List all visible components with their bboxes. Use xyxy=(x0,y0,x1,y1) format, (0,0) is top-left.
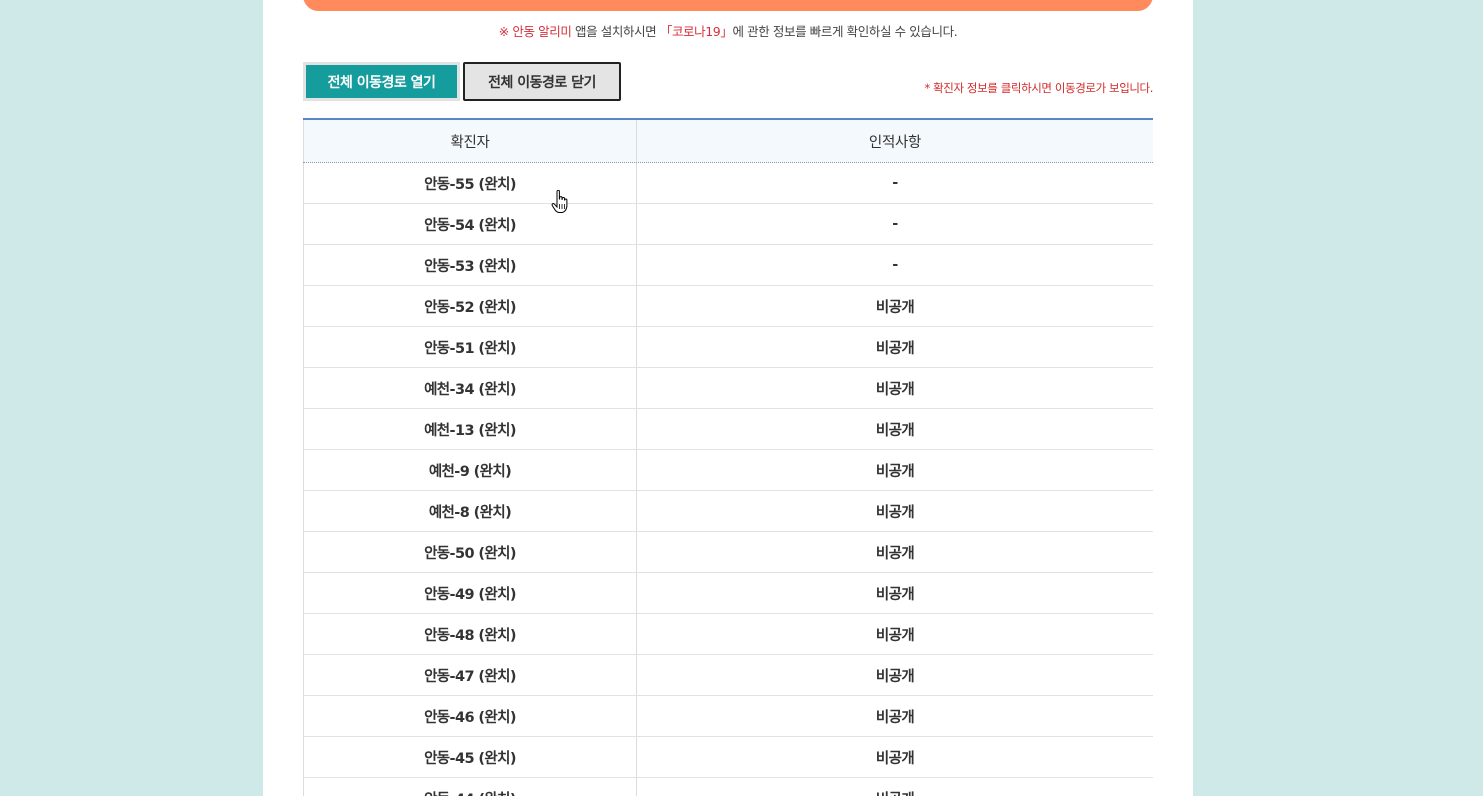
patient-id-cell[interactable]: 예천-13 (완치) xyxy=(303,409,637,449)
content-panel: ※ 안동 알리미 앱을 설치하시면 「코로나19」에 관한 정보를 빠르게 확인… xyxy=(263,0,1193,796)
table-row[interactable]: 예천-13 (완치) 비공개 xyxy=(303,409,1153,450)
app-banner-bar[interactable] xyxy=(303,0,1153,11)
table-row[interactable]: 안동-49 (완치) 비공개 xyxy=(303,573,1153,614)
personal-info-cell: - xyxy=(892,175,898,191)
header-patient: 확진자 xyxy=(303,120,637,162)
personal-info-cell: 비공개 xyxy=(875,709,915,726)
patient-id-cell[interactable]: 안동-53 (완치) xyxy=(303,245,637,285)
patient-id-cell[interactable]: 안동-55 (완치) xyxy=(303,163,637,203)
personal-info-cell: 비공개 xyxy=(875,463,915,480)
notice-suffix-text: 에 관한 정보를 빠르게 확인하실 수 있습니다. xyxy=(732,24,958,39)
click-hint-text: * 확진자 정보를 클릭하시면 이동경로가 보입니다. xyxy=(924,81,1154,95)
patient-id-cell[interactable]: 안동-51 (완치) xyxy=(303,327,637,367)
personal-info-cell: 비공개 xyxy=(637,778,1153,796)
table-header-row: 확진자 인적사항 xyxy=(303,118,1153,163)
app-notice: ※ 안동 알리미 앱을 설치하시면 「코로나19」에 관한 정보를 빠르게 확인… xyxy=(303,21,1153,40)
open-all-routes-button[interactable]: 전체 이동경로 열기 xyxy=(303,62,460,101)
personal-info-cell: 비공개 xyxy=(875,586,915,603)
patient-id-cell[interactable]: 안동-47 (완치) xyxy=(303,655,637,695)
patient-id-cell[interactable]: 안동-49 (완치) xyxy=(303,573,637,613)
patient-id-cell[interactable]: 안동-46 (완치) xyxy=(303,696,637,736)
personal-info-cell: 비공개 xyxy=(875,627,915,644)
table-row[interactable]: 안동-48 (완치) 비공개 xyxy=(303,614,1153,655)
personal-info-cell: - xyxy=(892,257,898,273)
patient-id-cell[interactable]: 안동-45 (완치) xyxy=(303,737,637,777)
personal-info-cell: 비공개 xyxy=(875,504,915,521)
table-row[interactable]: 안동-50 (완치) 비공개 xyxy=(303,532,1153,573)
patient-id-cell[interactable]: 안동-54 (완치) xyxy=(303,204,637,244)
table-row[interactable]: 안동-54 (완치) - xyxy=(303,204,1153,245)
app-name-text: ※ 안동 알리미 xyxy=(498,24,572,39)
table-row[interactable]: 안동-47 (완치) 비공개 xyxy=(303,655,1153,696)
personal-info-cell: 비공개 xyxy=(875,381,915,398)
patient-id-cell[interactable]: 안동-52 (완치) xyxy=(303,286,637,326)
patient-id-cell[interactable]: 안동-50 (완치) xyxy=(303,532,637,572)
close-all-routes-button[interactable]: 전체 이동경로 닫기 xyxy=(463,62,621,101)
personal-info-cell: 비공개 xyxy=(875,340,915,357)
personal-info-cell: 비공개 xyxy=(875,422,915,439)
table-row[interactable]: 예천-8 (완치) 비공개 xyxy=(303,491,1153,532)
notice-middle-text: 앱을 설치하시면 xyxy=(571,24,660,39)
personal-info-cell: 비공개 xyxy=(875,750,915,767)
patient-id-cell[interactable]: 안동-44 (완치) xyxy=(303,778,637,796)
personal-info-cell: 비공개 xyxy=(875,545,915,562)
table-row[interactable]: 예천-34 (완치) 비공개 xyxy=(303,368,1153,409)
table-row[interactable]: 안동-46 (완치) 비공개 xyxy=(303,696,1153,737)
patient-id-cell[interactable]: 예천-34 (완치) xyxy=(303,368,637,408)
table-row[interactable]: 안동-55 (완치) - xyxy=(303,163,1153,204)
table-row[interactable]: 안동-45 (완치) 비공개 xyxy=(303,737,1153,778)
personal-info-cell: 비공개 xyxy=(875,668,915,685)
table-row[interactable]: 예천-9 (완치) 비공개 xyxy=(303,450,1153,491)
personal-info-cell: - xyxy=(892,216,898,232)
personal-info-cell: 비공개 xyxy=(875,299,915,316)
patient-id-cell[interactable]: 안동-48 (완치) xyxy=(303,614,637,654)
notice-highlight-text: 「코로나19」 xyxy=(659,24,733,39)
table-row[interactable]: 안동-51 (완치) 비공개 xyxy=(303,327,1153,368)
patient-id-cell[interactable]: 예천-8 (완치) xyxy=(303,491,637,531)
patient-id-cell[interactable]: 예천-9 (완치) xyxy=(303,450,637,490)
table-row[interactable]: 안동-44 (완치)비공개 xyxy=(303,778,1153,796)
patient-table: 확진자 인적사항 안동-55 (완치) - 안동-54 (완치) - 안동-53 (완치… xyxy=(303,118,1153,796)
table-body: 안동-55 (완치) - 안동-54 (완치) - 안동-53 (완치) - 안동-52 (… xyxy=(303,163,1153,796)
table-row[interactable]: 안동-53 (완치) - xyxy=(303,245,1153,286)
table-row[interactable]: 안동-52 (완치) 비공개 xyxy=(303,286,1153,327)
header-info: 인적사항 xyxy=(868,134,922,151)
